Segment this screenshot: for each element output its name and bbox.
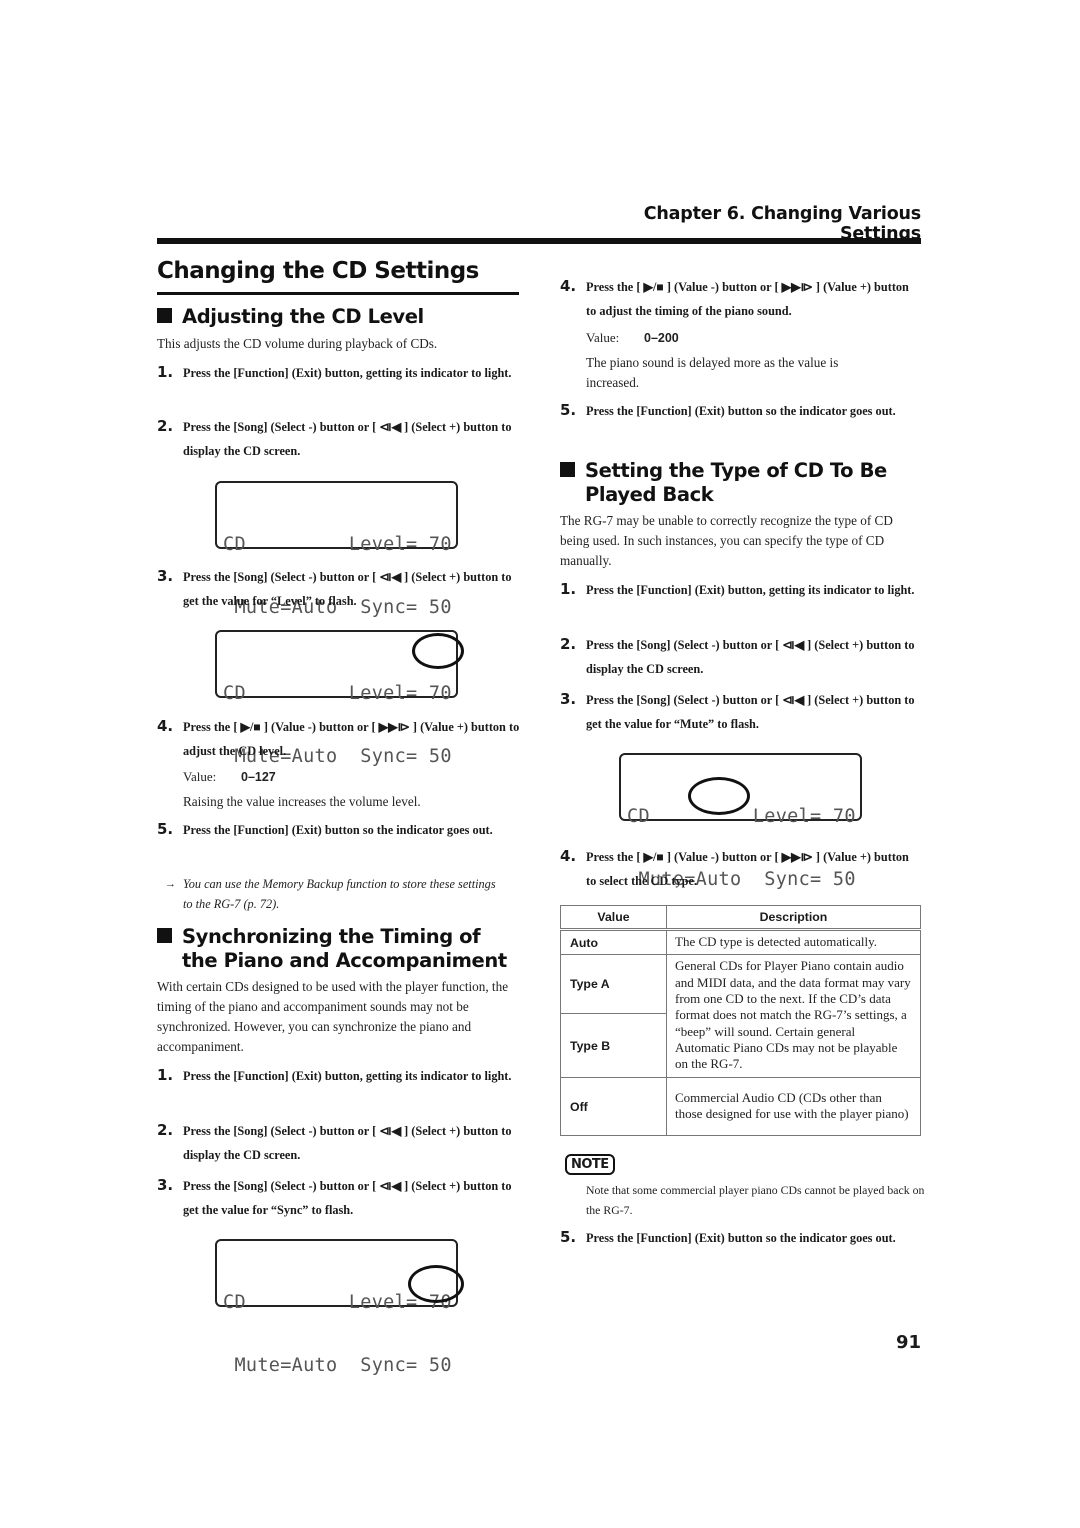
cd-type-step-4: 4. Press the [ ▶/■ ] (Value -) button or… bbox=[560, 846, 921, 893]
section-heading-text-line2: Played Back bbox=[585, 483, 714, 506]
step-text: Press the [ ▶/■ ] (Value -) button or [ … bbox=[586, 280, 909, 318]
section-heading-cd-type: Setting the Type of CD To Be Played Back bbox=[560, 459, 930, 507]
table-header-description: Description bbox=[666, 905, 921, 931]
sync-value-note: The piano sound is delayed more as the v… bbox=[586, 355, 839, 390]
page-title: Changing the CD Settings bbox=[157, 258, 479, 284]
table-header-value: Value bbox=[560, 905, 667, 931]
step-number: 4. bbox=[560, 277, 577, 295]
table-cell-description: Commercial Audio CD (CDs other than thos… bbox=[666, 1077, 921, 1136]
section-heading-text: Setting the Type of CD To Be bbox=[585, 459, 887, 482]
step-text: Press the [Function] (Exit) button, gett… bbox=[183, 1069, 512, 1083]
sync-value: Value: 0–200 bbox=[586, 328, 679, 348]
step-text: Press the [Song] (Select -) button or [ … bbox=[183, 1124, 512, 1162]
step-number: 4. bbox=[560, 847, 577, 865]
table-cell-value: Type A bbox=[560, 954, 667, 1014]
table-cell-description: General CDs for Player Piano contain aud… bbox=[666, 954, 921, 1078]
hint-text: You can use the Memory Backup function t… bbox=[183, 877, 496, 911]
step-number: 2. bbox=[157, 417, 174, 435]
table-cell-value: Type B bbox=[560, 1013, 667, 1078]
table-cell-value: Auto bbox=[560, 929, 667, 955]
step-text: Press the [Function] (Exit) button so th… bbox=[586, 1231, 896, 1245]
cd-level-value-note: Raising the value increases the volume l… bbox=[183, 794, 421, 809]
step-number: 5. bbox=[157, 820, 174, 838]
sync-step-3: 3. Press the [Song] (Select -) button or… bbox=[157, 1175, 513, 1222]
step-text: Press the [Function] (Exit) button so th… bbox=[183, 823, 493, 837]
value-label: Value: bbox=[183, 769, 217, 784]
value-range: 0–127 bbox=[241, 770, 276, 784]
table-cell-value: Off bbox=[560, 1077, 667, 1136]
lcd-row-2: Mute=Auto Sync= 50 bbox=[223, 1355, 452, 1376]
lcd-row-1: CD Level= 70 bbox=[223, 534, 452, 555]
step-text: Press the [Function] (Exit) button, gett… bbox=[183, 366, 512, 380]
cd-type-step-2: 2. Press the [Song] (Select -) button or… bbox=[560, 634, 916, 681]
sync-intro: With certain CDs designed to be used wit… bbox=[157, 979, 509, 1054]
step-text: Press the [ ▶/■ ] (Value -) button or [ … bbox=[183, 720, 520, 758]
cd-type-table: Value Description Auto The CD type is de… bbox=[560, 905, 921, 1136]
cd-level-step-1: 1. Press the [Function] (Exit) button, g… bbox=[157, 362, 523, 386]
step-number: 2. bbox=[560, 635, 577, 653]
cd-type-step-5: 5. Press the [Function] (Exit) button so… bbox=[560, 1227, 926, 1251]
section-heading-cd-level: Adjusting the CD Level bbox=[157, 305, 424, 329]
cd-type-step-3: 3. Press the [Song] (Select -) button or… bbox=[560, 689, 916, 736]
cd-level-step-5: 5. Press the [Function] (Exit) button so… bbox=[157, 819, 523, 843]
step-number: 1. bbox=[560, 580, 577, 598]
table-header-row: Value Description bbox=[560, 905, 921, 931]
step-text: Press the [Song] (Select -) button or [ … bbox=[183, 570, 512, 608]
lcd-row-1: CD Level= 70 bbox=[223, 683, 452, 704]
table-row: Off Commercial Audio CD (CDs other than … bbox=[560, 1077, 921, 1136]
square-bullet-icon bbox=[157, 928, 172, 943]
sync-step-4: 4. Press the [ ▶/■ ] (Value -) button or… bbox=[560, 276, 921, 323]
step-text: Press the [Song] (Select -) button or [ … bbox=[183, 420, 512, 458]
section-heading-text-line2: the Piano and Accompaniment bbox=[182, 949, 507, 972]
lcd-display: CD Level= 70 Mute=Auto Sync= 50 bbox=[215, 481, 458, 618]
table-row: Auto The CD type is detected automatical… bbox=[560, 929, 921, 955]
cd-level-step-2: 2. Press the [Song] (Select -) button or… bbox=[157, 416, 513, 463]
step-number: 3. bbox=[560, 690, 577, 708]
step-number: 3. bbox=[157, 567, 174, 585]
step-text: Press the [Function] (Exit) button so th… bbox=[586, 404, 896, 418]
memory-backup-hint: → You can use the Memory Backup function… bbox=[165, 874, 503, 914]
highlight-circle-mute bbox=[688, 777, 750, 815]
step-text: Press the [Song] (Select -) button or [ … bbox=[183, 1179, 512, 1217]
note-text: Note that some commercial player piano C… bbox=[586, 1183, 925, 1217]
step-number: 1. bbox=[157, 1066, 174, 1084]
table-cell-description: The CD type is detected automatically. bbox=[666, 929, 921, 955]
step-number: 4. bbox=[157, 717, 174, 735]
highlight-circle-level bbox=[412, 633, 464, 669]
step-number: 1. bbox=[157, 363, 174, 381]
sync-step-5: 5. Press the [Function] (Exit) button so… bbox=[560, 400, 926, 424]
value-range: 0–200 bbox=[644, 331, 679, 345]
cd-type-intro: The RG-7 may be unable to correctly reco… bbox=[560, 513, 893, 568]
cd-type-step-1: 1. Press the [Function] (Exit) button, g… bbox=[560, 579, 926, 603]
chapter-rule bbox=[157, 238, 921, 244]
lcd-row-1: CD Level= 70 bbox=[627, 806, 856, 827]
cd-level-intro: This adjusts the CD volume during playba… bbox=[157, 336, 438, 351]
cd-level-step-3: 3. Press the [Song] (Select -) button or… bbox=[157, 566, 513, 613]
note-badge: NOTE bbox=[565, 1154, 615, 1175]
section-heading-sync: Synchronizing the Timing of the Piano an… bbox=[157, 925, 527, 973]
arrow-right-icon: → bbox=[165, 878, 176, 890]
step-text: Press the [ ▶/■ ] (Value -) button or [ … bbox=[586, 850, 909, 888]
step-text: Press the [Song] (Select -) button or [ … bbox=[586, 638, 915, 676]
square-bullet-icon bbox=[157, 308, 172, 323]
cd-level-step-4: 4. Press the [ ▶/■ ] (Value -) button or… bbox=[157, 716, 523, 763]
cd-level-value: Value: 0–127 bbox=[183, 767, 276, 787]
title-rule bbox=[157, 292, 519, 295]
step-text: Press the [Song] (Select -) button or [ … bbox=[586, 693, 915, 731]
sync-step-1: 1. Press the [Function] (Exit) button, g… bbox=[157, 1065, 523, 1089]
step-number: 5. bbox=[560, 1228, 577, 1246]
value-label: Value: bbox=[586, 330, 620, 345]
step-number: 2. bbox=[157, 1121, 174, 1139]
step-number: 3. bbox=[157, 1176, 174, 1194]
section-heading-text: Adjusting the CD Level bbox=[182, 305, 424, 328]
table-row: Type A General CDs for Player Piano cont… bbox=[560, 954, 921, 1078]
sync-step-2: 2. Press the [Song] (Select -) button or… bbox=[157, 1120, 513, 1167]
step-number: 5. bbox=[560, 401, 577, 419]
square-bullet-icon bbox=[560, 462, 575, 477]
step-text: Press the [Function] (Exit) button, gett… bbox=[586, 583, 915, 597]
highlight-circle-sync bbox=[408, 1265, 464, 1303]
section-heading-text: Synchronizing the Timing of bbox=[182, 925, 481, 948]
page-number: 91 bbox=[895, 1332, 921, 1353]
